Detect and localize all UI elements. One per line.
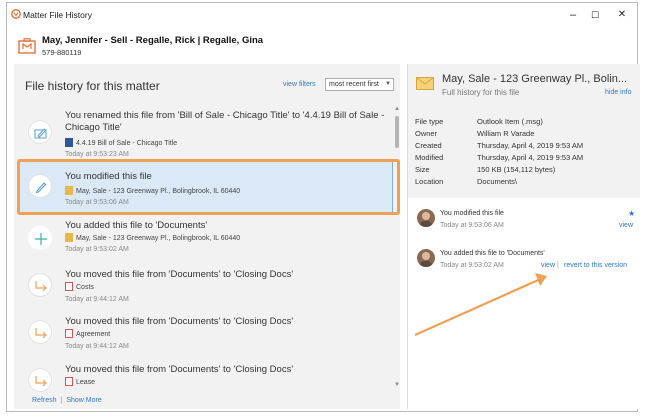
scroll-up-icon[interactable]: ▲	[394, 106, 400, 112]
scroll-thumb[interactable]	[395, 116, 399, 148]
refresh-link[interactable]: Refresh	[32, 397, 57, 404]
email-file-icon	[65, 233, 73, 242]
revert-version-link[interactable]: revert to this version	[564, 262, 627, 269]
history-footer: Refresh | Show More	[32, 397, 102, 404]
selected-item-highlight	[17, 159, 400, 215]
pdf-file-icon	[65, 282, 73, 291]
history-timestamp: Today at 9:53:02 AM	[65, 246, 129, 253]
file-details-pane: May, Sale - 123 Greenway Pl., Bolin... F…	[407, 64, 640, 409]
title-bar: Matter File History – ☐ ✕	[7, 3, 637, 25]
avatar	[417, 209, 435, 227]
envelope-icon	[416, 77, 434, 90]
history-timestamp: Today at 9:44:12 AM	[65, 296, 129, 303]
show-more-link[interactable]: Show More	[66, 397, 101, 404]
history-file: Costs	[65, 282, 94, 291]
pdf-file-icon	[65, 329, 73, 338]
sort-order-select[interactable]: most recent first ▼	[325, 78, 394, 91]
history-message: You moved this file from 'Documents' to …	[65, 316, 294, 327]
scroll-down-icon[interactable]: ▼	[394, 382, 400, 388]
file-info-header: May, Sale - 123 Greenway Pl., Bolin... F…	[408, 64, 640, 198]
move-arrow-icon	[28, 368, 52, 392]
hide-info-link[interactable]: hide info	[605, 89, 631, 96]
file-history-title: File history for this matter	[25, 79, 160, 93]
annotation-arrow	[414, 273, 547, 337]
file-title: May, Sale - 123 Greenway Pl., Bolin...	[442, 73, 628, 85]
history-message: You moved this file from 'Documents' to …	[65, 364, 294, 375]
history-message: You moved this file from 'Documents' to …	[65, 269, 294, 280]
matter-name: May, Jennifer - Sell - Regalle, Rick | R…	[42, 35, 264, 46]
view-version-link[interactable]: view	[619, 222, 633, 229]
version-message: You modified this file	[440, 210, 504, 217]
view-filters-link[interactable]: view filters	[283, 81, 316, 88]
history-file: May, Sale - 123 Greenway Pl., Bolingbroo…	[65, 233, 240, 242]
chevron-down-icon: ▼	[385, 81, 391, 87]
file-history-pane: File history for this matter view filter…	[14, 64, 400, 409]
matter-number: 579-880119	[42, 48, 82, 57]
version-message: You added this file to 'Documents'	[440, 250, 545, 257]
matter-file-history-window: Matter File History – ☐ ✕ May, Jennifer …	[6, 2, 640, 412]
version-timestamp: Today at 9:53:06 AM	[440, 222, 504, 229]
history-timestamp: Today at 9:53:23 AM	[65, 151, 129, 158]
sort-order-value: most recent first	[329, 81, 379, 88]
word-doc-icon	[65, 138, 73, 147]
maximize-button[interactable]: ☐	[583, 6, 607, 24]
history-message: You renamed this file from 'Bill of Sale…	[65, 110, 385, 133]
minimize-button[interactable]: –	[561, 6, 585, 24]
rename-icon	[28, 120, 52, 144]
file-subtitle: Full history for this file	[442, 88, 520, 97]
history-file: Lease	[65, 377, 95, 386]
history-scrollbar[interactable]: ▲ ▼	[394, 106, 400, 391]
history-file: 4.4.19 Bill of Sale - Chicago Title	[65, 138, 177, 147]
star-icon: ★	[628, 209, 636, 218]
history-message: You added this file to 'Documents'	[65, 220, 208, 231]
pdf-file-icon	[65, 377, 73, 386]
plus-icon	[28, 226, 52, 250]
move-arrow-icon	[28, 320, 52, 344]
close-button[interactable]: ✕	[610, 6, 634, 24]
footer-separator: |	[60, 397, 63, 404]
history-timestamp: Today at 9:44:12 AM	[65, 343, 129, 350]
briefcase-icon	[18, 38, 36, 54]
history-file: Agreement	[65, 329, 110, 338]
app-logo-icon	[11, 9, 21, 19]
window-title: Matter File History	[23, 10, 92, 20]
move-arrow-icon	[28, 273, 52, 297]
